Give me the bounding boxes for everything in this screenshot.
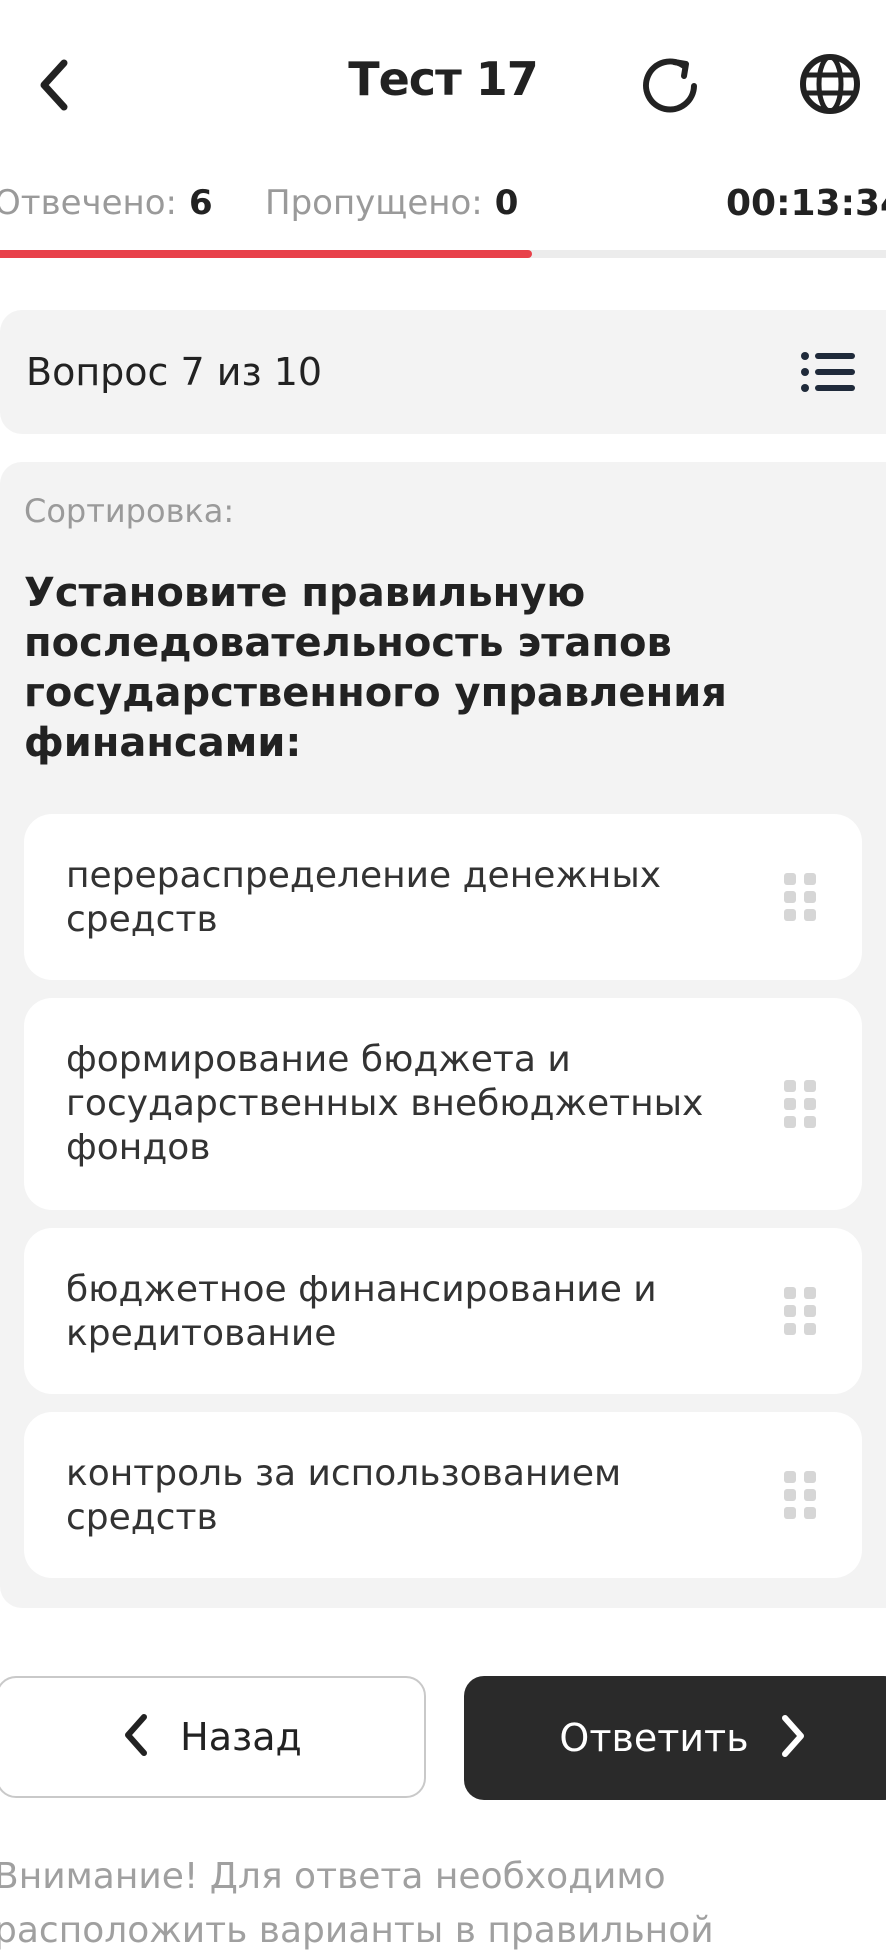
page-title: Тест 17: [348, 52, 539, 106]
progress-bar: [0, 250, 886, 258]
sortable-option[interactable]: формирование бюджета и государственных в…: [24, 998, 862, 1210]
timer: 00:13:34: [726, 183, 886, 224]
globe-icon[interactable]: [794, 48, 866, 120]
drag-handle-icon[interactable]: [784, 1080, 822, 1128]
sortable-option[interactable]: бюджетное финансирование и кредитование: [24, 1228, 862, 1394]
chevron-right-icon: [779, 1712, 809, 1764]
option-text: бюджетное финансирование и кредитование: [66, 1269, 657, 1354]
refresh-icon[interactable]: [636, 50, 708, 122]
drag-handle-icon[interactable]: [784, 873, 822, 921]
progress-bar-fill: [0, 250, 532, 258]
skipped-count: 0: [494, 183, 519, 223]
question-list-icon[interactable]: [800, 350, 856, 394]
sortable-option[interactable]: контроль за использованием средств: [24, 1412, 862, 1578]
option-text: контроль за использованием средств: [66, 1453, 622, 1538]
header: Тест 17: [0, 0, 886, 170]
skipped-stat: Пропущено: 0: [265, 183, 518, 223]
skipped-label: Пропущено:: [265, 183, 483, 223]
option-text: формирование бюджета и государственных в…: [66, 1039, 704, 1168]
answered-stat: Отвечено: 6: [0, 183, 213, 223]
question-text: Установите правильную последовательность…: [24, 570, 727, 766]
answered-count: 6: [189, 183, 213, 223]
option-text: перераспределение денежных средств: [66, 855, 662, 940]
question-bar: Вопрос 7 из 10: [0, 310, 886, 434]
back-button-label: Назад: [180, 1715, 302, 1759]
question-type-label: Сортировка:: [24, 492, 235, 530]
answer-button[interactable]: Ответить: [464, 1676, 886, 1800]
answered-label: Отвечено:: [0, 183, 178, 223]
chevron-left-icon: [120, 1711, 150, 1763]
answer-button-label: Ответить: [559, 1716, 749, 1760]
drag-handle-icon[interactable]: [784, 1287, 822, 1335]
question-counter: Вопрос 7 из 10: [26, 350, 323, 394]
sortable-option[interactable]: перераспределение денежных средств: [24, 814, 862, 980]
drag-handle-icon[interactable]: [784, 1471, 822, 1519]
back-button[interactable]: Назад: [0, 1676, 426, 1798]
notice-text: Внимание! Для ответа необходимо располож…: [0, 1856, 714, 1951]
